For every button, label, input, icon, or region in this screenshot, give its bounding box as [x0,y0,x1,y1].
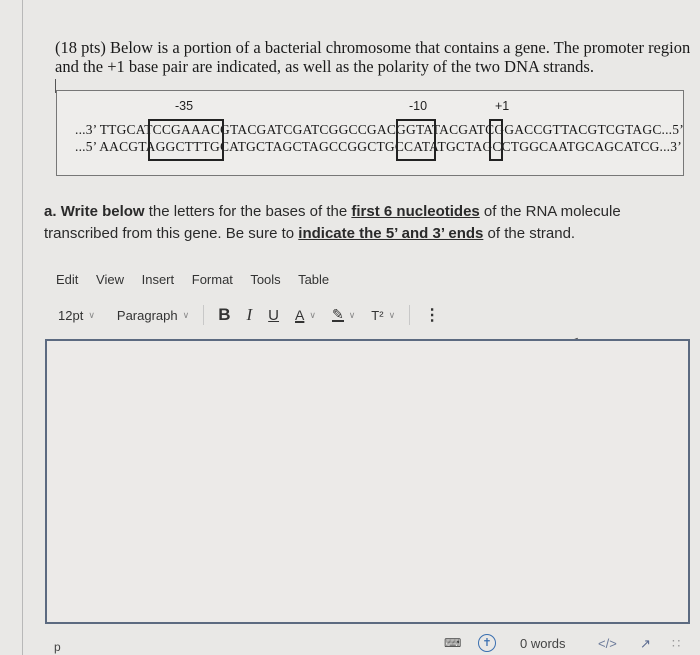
chevron-down-icon: ∨ [348,309,356,320]
part-a-text: the letters for the bases of the [144,203,352,220]
chevron-down-icon: ∨ [388,309,396,320]
source-code-button[interactable]: </> [598,636,617,651]
part-a-text: of the strand. [483,225,576,242]
box-minus-35 [148,119,224,161]
underline-button[interactable]: U [268,307,279,324]
menu-table[interactable]: Table [298,272,329,287]
keyboard-icon[interactable]: ⌨ [444,636,461,650]
font-size-select[interactable]: 12pt ∨ [58,308,95,323]
toolbar-separator [203,305,205,325]
chevron-down-icon: ∨ [182,309,190,320]
superscript-button[interactable]: T² ∨ [371,308,395,323]
editor-toolbar: 12pt ∨ Paragraph ∨ B I U A ∨ ✎ ∨ T² ∨ ⋮ [58,305,440,325]
bold-button[interactable]: B [218,305,230,325]
italic-button[interactable]: I [247,305,253,325]
page-left-rule [22,0,23,655]
editor-menubar: Edit View Insert Format Tools Table [56,272,343,287]
accessibility-icon[interactable]: ✝ [478,634,496,652]
block-format-value: Paragraph [116,307,178,323]
label-minus-10: -10 [409,99,428,113]
dna-sequence-figure: -35 -10 +1 ...3’ TTGCATCCGAAACGTACGATCGA… [56,90,684,176]
label-plus-1: +1 [495,99,510,113]
block-format-select[interactable]: Paragraph ∨ [117,308,189,323]
menu-format[interactable]: Format [192,272,233,287]
text-color-button[interactable]: A ∨ [295,307,316,323]
menu-view[interactable]: View [96,272,124,287]
font-size-value: 12pt [58,307,84,323]
menu-edit[interactable]: Edit [56,272,78,287]
chevron-down-icon: ∨ [88,309,95,320]
label-minus-35: -35 [175,99,194,113]
resize-handle-icon[interactable]: ∷ [672,636,680,652]
chevron-down-icon: ∨ [309,309,316,320]
element-path[interactable]: p [54,640,61,654]
question-intro: (18 pts) Below is a portion of a bacteri… [55,38,691,76]
part-a-emphasis-first-6: first 6 nucleotides [351,203,480,220]
superscript-icon: T² [371,307,384,323]
more-options-button[interactable]: ⋮ [424,305,440,325]
part-a-prefix: a. [44,203,61,220]
answer-editor-textarea[interactable] [45,339,690,624]
highlighter-icon: ✎ [331,306,344,322]
part-a-prompt: a. Write below the letters for the bases… [44,201,684,245]
menu-tools[interactable]: Tools [250,272,280,287]
box-plus-1 [489,119,503,161]
part-a-bold: Write below [60,203,145,220]
highlight-color-button[interactable]: ✎ ∨ [331,306,356,322]
menu-insert[interactable]: Insert [142,272,175,287]
text-color-icon: A [295,307,305,323]
word-count[interactable]: 0 words [520,636,566,651]
part-a-emphasis-ends: indicate the 5’ and 3’ ends [298,225,484,242]
toolbar-separator [409,305,411,325]
box-minus-10 [396,119,436,161]
fullscreen-icon[interactable]: ↗ [640,636,651,652]
